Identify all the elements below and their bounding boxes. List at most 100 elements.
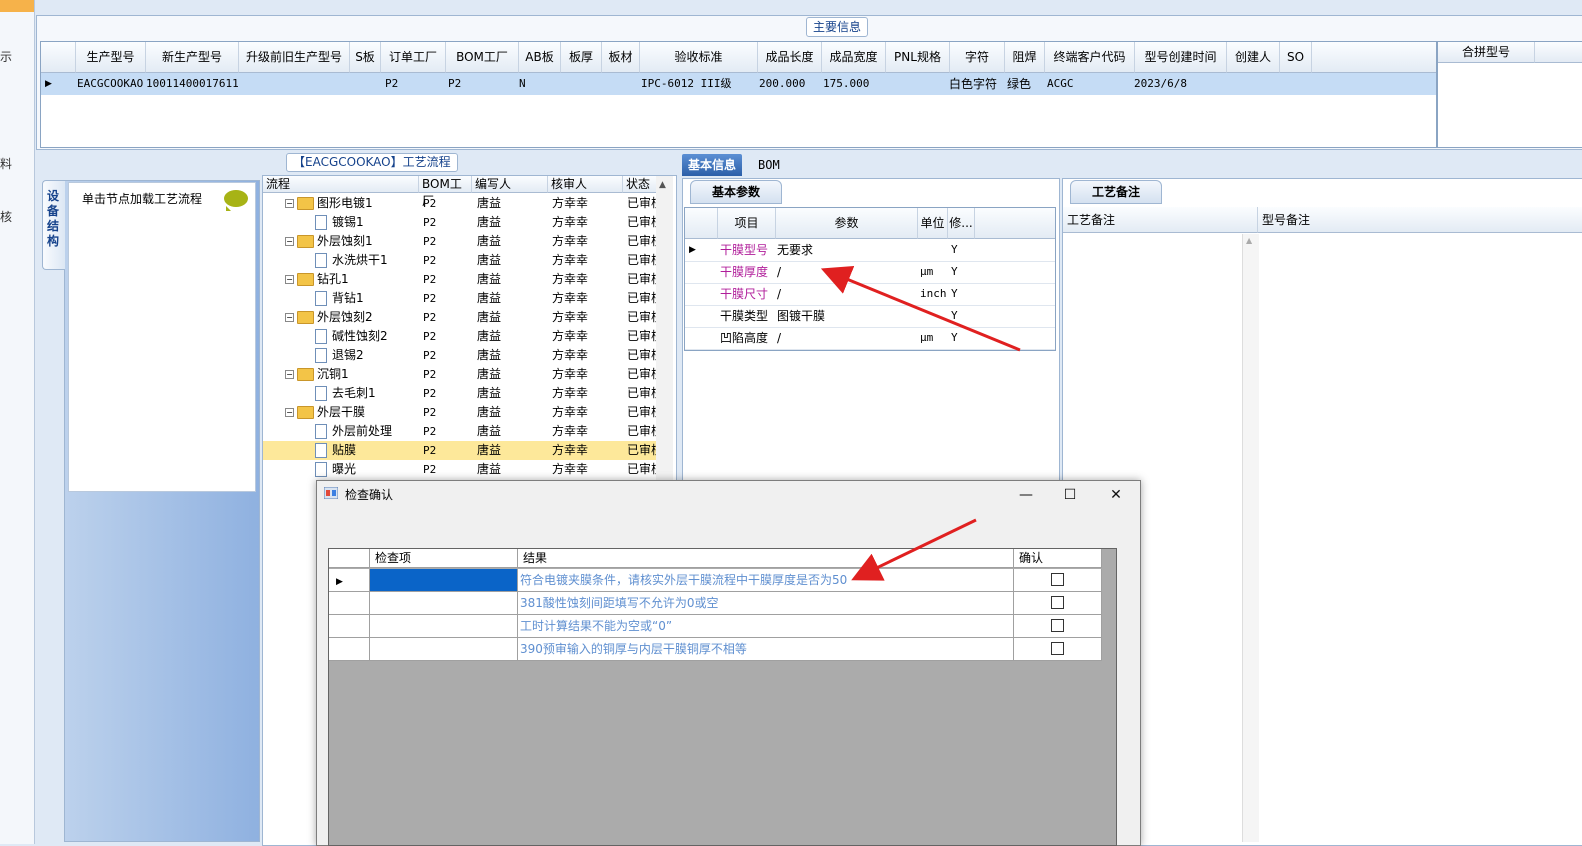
tree-row[interactable]: 外层前处理 P2 唐益 方幸幸 已审核 [263, 422, 657, 441]
cell-prod-model[interactable]: EACGCOOKAO [77, 73, 145, 95]
check-item-cell[interactable] [370, 592, 518, 614]
param-cell-unit[interactable]: μm [920, 327, 948, 349]
left-nav-item[interactable]: 核 [0, 208, 20, 225]
param-cell-param[interactable]: / [777, 261, 917, 283]
param-row[interactable]: 凹陷高度 / μm Y [685, 327, 1055, 350]
scroll-up-icon[interactable]: ▲ [1246, 236, 1252, 245]
check-item-cell[interactable] [370, 569, 518, 591]
param-cell-param[interactable]: / [777, 327, 917, 349]
cell-ab-board[interactable]: N [519, 73, 559, 95]
notes-scrollbar[interactable]: ▲ [1242, 234, 1259, 842]
col-header[interactable]: 验收标准 [640, 42, 758, 73]
col-header[interactable]: 创建人 [1227, 42, 1280, 73]
cell-customer-code[interactable]: ACGC [1047, 73, 1133, 95]
col-header[interactable]: 板材 [602, 42, 640, 73]
col-header[interactable]: 订单工厂 [381, 42, 446, 73]
col-header[interactable]: 板厚 [561, 42, 602, 73]
param-row[interactable]: 干膜尺寸 / inch Y [685, 283, 1055, 306]
col-header[interactable]: 确认 [1014, 549, 1102, 568]
col-header[interactable]: 编写人 [472, 176, 548, 193]
tab-bom[interactable]: BOM [752, 154, 786, 176]
check-result-cell[interactable]: 工时计算结果不能为空或“0” [518, 615, 1014, 637]
tree-row[interactable]: − 外层蚀刻1 P2 唐益 方幸幸 已审核 [263, 232, 657, 251]
param-cell-unit[interactable]: inch [920, 283, 948, 305]
check-row[interactable]: ▶ 符合电镀夹膜条件，请核实外层干膜流程中干膜厚度是否为50 [329, 569, 1102, 592]
tree-row[interactable]: 曝光 P2 唐益 方幸幸 已审核 [263, 460, 657, 479]
col-header[interactable]: 结果 [518, 549, 1014, 568]
tree-row[interactable]: − 沉铜1 P2 唐益 方幸幸 已审核 [263, 365, 657, 384]
param-cell-param[interactable]: 图镀干膜 [777, 305, 917, 327]
tree-row[interactable]: − 外层蚀刻2 P2 唐益 方幸幸 已审核 [263, 308, 657, 327]
confirm-checkbox[interactable] [1051, 642, 1064, 655]
col-header[interactable]: 单位 [918, 208, 948, 239]
side-tab-structure[interactable]: 设备结构 [42, 180, 65, 270]
tree-row[interactable]: 水洗烘干1 P2 唐益 方幸幸 已审核 [263, 251, 657, 270]
col-header[interactable]: BOM工厂 [446, 42, 519, 73]
confirm-checkbox[interactable] [1051, 573, 1064, 586]
col-header[interactable]: 合拼型号 [1438, 42, 1535, 63]
col-header[interactable]: 新生产型号 [146, 42, 239, 73]
check-result-cell[interactable]: 符合电镀夹膜条件，请核实外层干膜流程中干膜厚度是否为50 [518, 569, 1014, 591]
check-row[interactable]: 381酸性蚀刻间距填写不允许为0或空 [329, 592, 1102, 615]
load-hint-box[interactable] [68, 182, 256, 492]
cell-width[interactable]: 175.000 [823, 73, 885, 95]
param-cell-mod[interactable]: Y [951, 327, 973, 349]
param-cell-item[interactable]: 干膜型号 [720, 239, 776, 261]
param-row[interactable]: 干膜类型 图镀干膜 Y [685, 305, 1055, 328]
tree-row[interactable]: − 外层干膜 P2 唐益 方幸幸 已审核 [263, 403, 657, 422]
tree-row[interactable]: 贴膜 P2 唐益 方幸幸 已审核 [263, 441, 657, 460]
col-header[interactable]: 升级前旧生产型号 [239, 42, 350, 73]
param-cell-param[interactable]: 无要求 [777, 239, 917, 261]
check-result-cell[interactable]: 390预审输入的铜厚与内层干膜铜厚不相等 [518, 638, 1014, 660]
minimize-button[interactable]: — [1003, 480, 1049, 510]
row-header-cell[interactable] [329, 592, 370, 614]
col-header[interactable]: 型号备注 [1258, 207, 1582, 233]
col-header[interactable]: AB板 [519, 42, 561, 73]
tree-row[interactable]: 退锡2 P2 唐益 方幸幸 已审核 [263, 346, 657, 365]
confirm-checkbox[interactable] [1051, 596, 1064, 609]
row-header-cell[interactable] [329, 638, 370, 660]
col-header[interactable]: 成品长度 [758, 42, 822, 73]
cell-new-model[interactable]: 10011400017611 [146, 73, 238, 95]
close-button[interactable]: ✕ [1093, 480, 1139, 510]
col-header[interactable]: 终端客户代码 [1045, 42, 1135, 73]
col-header[interactable]: 型号创建时间 [1135, 42, 1227, 73]
col-header[interactable]: SO [1280, 42, 1312, 73]
col-header[interactable]: 检查项 [370, 549, 518, 568]
collapse-toggle-icon[interactable]: − [285, 370, 294, 379]
cell-created-time[interactable]: 2023/6/8 [1134, 73, 1226, 95]
col-header[interactable]: S板 [350, 42, 381, 73]
tree-row[interactable]: 背钻1 P2 唐益 方幸幸 已审核 [263, 289, 657, 308]
param-cell-item[interactable]: 干膜类型 [720, 305, 776, 327]
check-item-cell[interactable] [370, 615, 518, 637]
check-item-cell[interactable] [370, 638, 518, 660]
param-cell-mod[interactable]: Y [951, 305, 973, 327]
col-header[interactable]: BOM工厂 [419, 176, 472, 208]
col-header[interactable]: PNL规格 [886, 42, 950, 73]
col-header[interactable]: 状态 [623, 176, 657, 193]
tree-row[interactable]: 镀锡1 P2 唐益 方幸幸 已审核 [263, 213, 657, 232]
col-header[interactable]: 生产型号 [76, 42, 146, 73]
tab-basic-info[interactable]: 基本信息 [682, 154, 743, 176]
param-row[interactable]: ▶ 干膜型号 无要求 Y [685, 239, 1055, 262]
cell-order-factory[interactable]: P2 [385, 73, 445, 95]
collapse-toggle-icon[interactable]: − [285, 275, 294, 284]
col-header[interactable]: 阻焊 [1005, 42, 1045, 73]
param-cell-unit[interactable]: μm [920, 261, 948, 283]
maximize-button[interactable]: ☐ [1047, 480, 1093, 510]
col-header[interactable]: 字符 [950, 42, 1005, 73]
row-header-cell[interactable]: ▶ [329, 569, 370, 591]
param-cell-mod[interactable]: Y [951, 283, 973, 305]
param-cell-item[interactable]: 凹陷高度 [720, 327, 776, 349]
check-row[interactable]: 工时计算结果不能为空或“0” [329, 615, 1102, 638]
param-cell-mod[interactable]: Y [951, 239, 973, 261]
scroll-up-icon[interactable]: ▲ [659, 180, 666, 190]
tree-row[interactable]: 碱性蚀刻2 P2 唐益 方幸幸 已审核 [263, 327, 657, 346]
col-header[interactable]: 成品宽度 [822, 42, 886, 73]
tree-row[interactable]: 去毛刺1 P2 唐益 方幸幸 已审核 [263, 384, 657, 403]
collapse-toggle-icon[interactable]: − [285, 408, 294, 417]
left-nav-item[interactable]: 料 [0, 155, 20, 172]
tree-row[interactable]: − 图形电镀1 P2 唐益 方幸幸 已审核 [263, 194, 657, 213]
collapse-toggle-icon[interactable]: − [285, 199, 294, 208]
check-result-cell[interactable]: 381酸性蚀刻间距填写不允许为0或空 [518, 592, 1014, 614]
